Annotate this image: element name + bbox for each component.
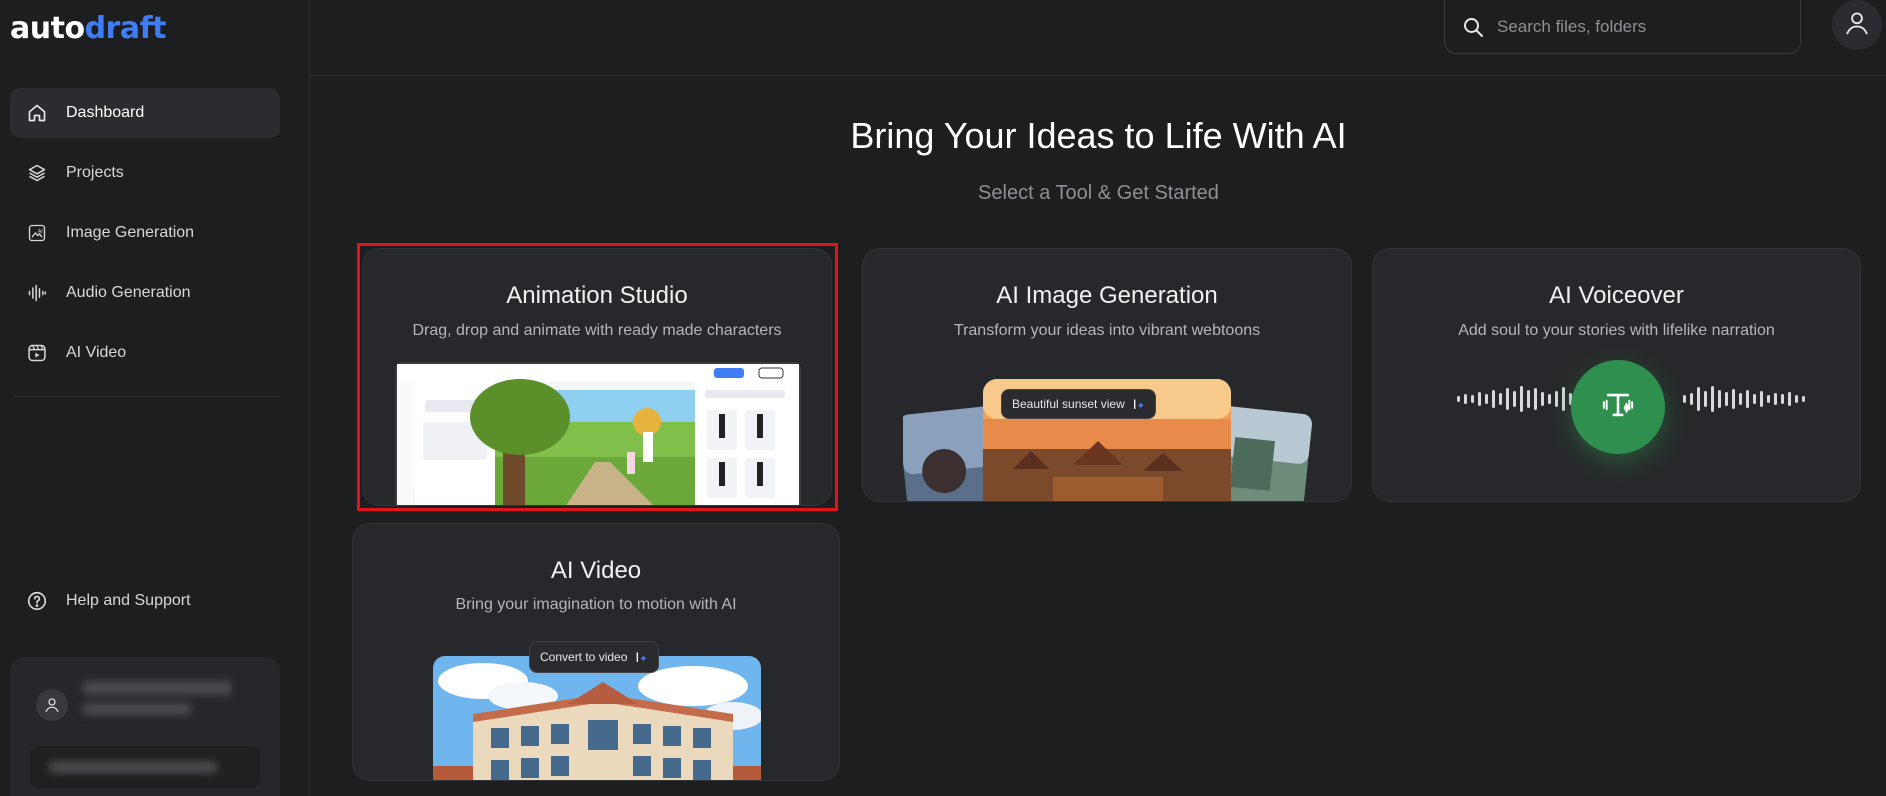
search-icon [1461,15,1485,39]
video-prompt-tooltip: Convert to video I✦ [529,641,659,673]
image-generation-preview: Beautiful sunset view I✦ [903,379,1313,501]
user-email-redacted [82,703,192,715]
sidebar-divider [14,396,280,397]
sidebar-item-dashboard[interactable]: Dashboard [10,88,280,138]
card-ai-video[interactable]: AI Video Bring your imagination to motio… [352,523,840,781]
brand-part2: draft [84,10,167,46]
search-box[interactable] [1444,0,1801,54]
help-icon [26,590,48,612]
card-title: AI Video [550,557,642,584]
card-ai-image-generation[interactable]: AI Image Generation Transform your ideas… [862,248,1352,502]
help-support-link[interactable]: Help and Support [10,576,280,626]
layers-icon [26,162,48,184]
sidebar-item-ai-video[interactable]: AI Video [10,328,280,378]
card-title: AI Voiceover [1549,282,1684,309]
sidebar-item-audio-generation[interactable]: Audio Generation [10,268,280,318]
audio-wave-icon [26,282,48,304]
search-input[interactable] [1497,16,1777,37]
tooltip-label: Convert to video [540,650,628,664]
text-to-speech-icon [1601,388,1635,427]
card-description: Add soul to your stories with lifelike n… [1458,322,1775,339]
user-card[interactable] [10,657,280,796]
sidebar-item-label: AI Video [66,344,127,361]
user-avatar-icon [36,689,68,721]
page-subtitle: Select a Tool & Get Started [978,182,1219,204]
sidebar: auto draft Dashboard Projects AI Image Ge… [0,0,310,796]
sidebar-item-projects[interactable]: Projects [10,148,280,198]
ai-image-icon: AI [26,222,48,244]
sidebar-nav: Dashboard Projects AI Image Generation A… [10,88,280,388]
voiceover-play-button [1571,360,1665,454]
video-icon [26,342,48,364]
image-prompt-tooltip: Beautiful sunset view I✦ [1001,389,1157,419]
plan-info-redacted [48,761,218,773]
text-cursor-icon: I✦ [635,649,648,665]
animation-studio-preview [395,362,801,505]
profile-button[interactable] [1832,0,1882,50]
tooltip-label: Beautiful sunset view [1012,397,1125,411]
user-name-redacted [82,681,232,695]
page-title: Bring Your Ideas to Life With AI [850,115,1347,156]
sidebar-item-image-generation[interactable]: AI Image Generation [10,208,280,258]
card-ai-voiceover[interactable]: AI Voiceover Add soul to your stories wi… [1372,248,1861,502]
user-icon [1843,9,1871,42]
home-icon [26,102,48,124]
card-title: AI Image Generation [996,282,1218,309]
help-label: Help and Support [66,592,191,609]
brand-part1: auto [10,10,85,46]
sidebar-item-label: Audio Generation [66,284,191,301]
user-plan-box [30,746,260,788]
card-description: Bring your imagination to motion with AI [455,596,737,613]
video-preview [433,656,761,780]
text-cursor-icon: I✦ [1132,396,1146,412]
audio-waveform-right [1683,377,1805,421]
app-root: auto draft Dashboard Projects AI Image Ge… [0,0,1886,796]
card-description: Drag, drop and animate with ready made c… [412,322,782,339]
card-animation-studio[interactable]: Animation Studio Drag, drop and animate … [362,248,832,506]
sidebar-item-label: Projects [66,164,124,181]
card-description: Transform your ideas into vibrant webtoo… [953,322,1261,339]
svg-text:AI: AI [38,229,43,235]
sidebar-item-label: Image Generation [66,224,195,241]
brand-logo[interactable]: auto draft [10,8,166,48]
sidebar-item-label: Dashboard [66,104,145,121]
card-title: Animation Studio [506,282,688,309]
audio-waveform-left [1457,377,1579,421]
